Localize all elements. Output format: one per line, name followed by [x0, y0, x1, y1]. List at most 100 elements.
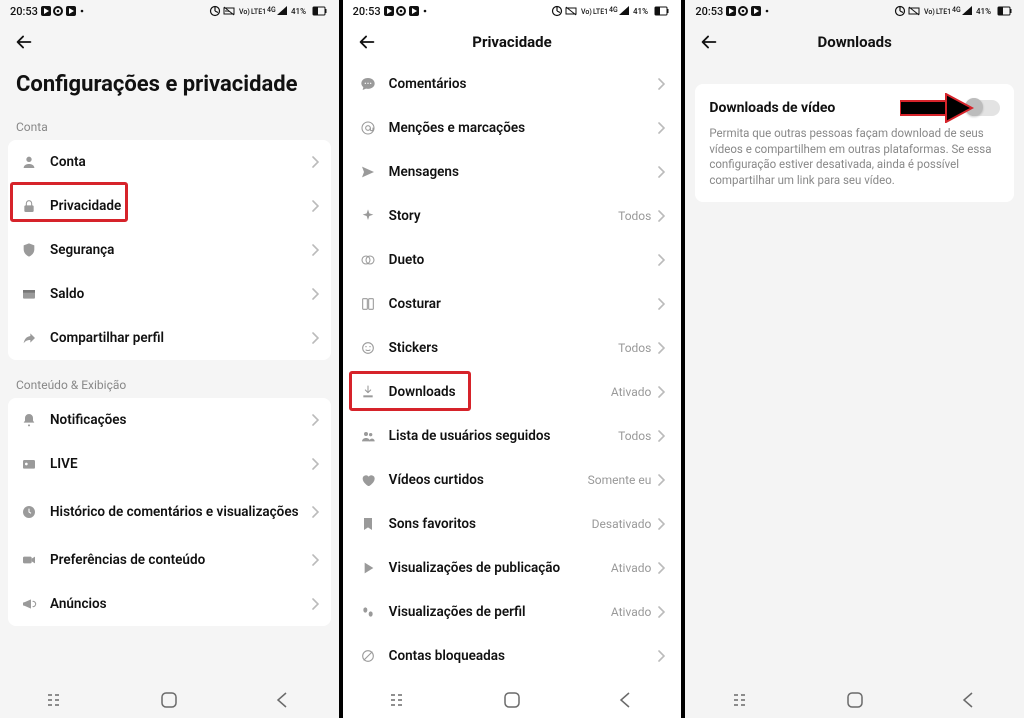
nav-home[interactable]: [835, 691, 875, 709]
row-costurar[interactable]: Costurar: [343, 282, 682, 326]
status-left-icons: [726, 5, 778, 17]
lock-icon: [20, 197, 38, 215]
status-right-icons: Vo) LTE1 4G 41%: [551, 5, 671, 17]
row-notificacoes[interactable]: Notificações: [8, 398, 331, 442]
row-seguranca[interactable]: Segurança: [8, 228, 331, 272]
status-left-icons: [41, 5, 93, 17]
nav-back[interactable]: [262, 691, 302, 709]
privacy-list: ComentáriosMenções e marcaçõesMensagensS…: [343, 62, 682, 682]
row-label: Histórico de comentários e visualizações: [50, 504, 311, 520]
row-lista-de-usuarios-seguidos[interactable]: Lista de usuários seguidosTodos: [343, 414, 682, 458]
section-label-conteudo: Conteúdo & Exibição: [0, 370, 339, 398]
row-value: Ativado: [611, 605, 651, 619]
status-time: 20:53: [353, 5, 381, 18]
chevron-right-icon: [657, 251, 665, 270]
back-button[interactable]: [697, 30, 721, 54]
row-historico-de-comentarios-e-visualizacoes[interactable]: Histórico de comentários e visualizações: [8, 486, 331, 538]
clock-icon: [20, 503, 38, 521]
chevron-right-icon: [657, 207, 665, 226]
row-label: Visualizações de perfil: [389, 604, 611, 620]
row-contas-bloqueadas[interactable]: Contas bloqueadas: [343, 634, 682, 678]
status-right-icons: Vo) LTE1 4G 41%: [209, 5, 329, 17]
android-navbar: [0, 682, 339, 718]
comment-icon: [359, 75, 377, 93]
row-label: Dueto: [389, 252, 658, 268]
share-icon: [20, 329, 38, 347]
nav-back[interactable]: [605, 691, 645, 709]
header: Privacidade: [343, 22, 682, 62]
chevron-right-icon: [657, 603, 665, 622]
svg-text:41%: 41%: [291, 7, 306, 16]
row-downloads[interactable]: DownloadsAtivado: [343, 370, 682, 414]
person-icon: [20, 153, 38, 171]
row-comentarios[interactable]: Comentários: [343, 62, 682, 106]
nav-recent[interactable]: [36, 693, 76, 707]
row-visualizacoes-de-publicacao[interactable]: Visualizações de publicaçãoAtivado: [343, 546, 682, 590]
downloads-toggle-card: Downloads de vídeo Permita que outras pe…: [695, 84, 1014, 202]
svg-text:Vo): Vo): [581, 8, 592, 16]
row-story[interactable]: StoryTodos: [343, 194, 682, 238]
chevron-right-icon: [657, 471, 665, 490]
row-conta[interactable]: Conta: [8, 140, 331, 184]
nav-home[interactable]: [492, 691, 532, 709]
row-privacidade[interactable]: Privacidade: [8, 184, 331, 228]
row-label: Saldo: [50, 286, 311, 302]
nav-recent[interactable]: [379, 693, 419, 707]
chevron-right-icon: [657, 427, 665, 446]
nav-recent[interactable]: [722, 693, 762, 707]
nav-home[interactable]: [149, 691, 189, 709]
screen-settings: 20:53 Vo) LTE1 4G 41%: [0, 0, 339, 718]
row-saldo[interactable]: Saldo: [8, 272, 331, 316]
row-label: Preferências de conteúdo: [50, 552, 311, 568]
row-label: Vídeos curtidos: [389, 472, 588, 488]
chevron-right-icon: [657, 515, 665, 534]
svg-text:Vo): Vo): [239, 8, 250, 16]
row-visualizacoes-de-perfil[interactable]: Visualizações de perfilAtivado: [343, 590, 682, 634]
svg-text:4G: 4G: [609, 6, 618, 14]
status-time: 20:53: [695, 5, 723, 18]
row-label: Contas bloqueadas: [389, 648, 658, 664]
row-dueto[interactable]: Dueto: [343, 238, 682, 282]
row-compartilhar-perfil[interactable]: Compartilhar perfil: [8, 316, 331, 360]
row-value: Desativado: [592, 517, 652, 531]
row-mensagens[interactable]: Mensagens: [343, 150, 682, 194]
block-icon: [359, 647, 377, 665]
svg-text:41%: 41%: [976, 7, 991, 16]
page-title: Configurações e privacidade: [0, 62, 339, 112]
chevron-right-icon: [311, 285, 319, 304]
row-label: Anúncios: [50, 596, 311, 612]
row-value: Todos: [618, 209, 651, 223]
back-button[interactable]: [12, 30, 36, 54]
nav-back[interactable]: [948, 691, 988, 709]
row-stickers[interactable]: StickersTodos: [343, 326, 682, 370]
video-downloads-toggle[interactable]: [966, 100, 1000, 116]
group-icon: [359, 427, 377, 445]
live-icon: [20, 455, 38, 473]
status-right-icons: Vo) LTE1 4G 41%: [894, 5, 1014, 17]
svg-text:4G: 4G: [267, 6, 276, 14]
screen-privacy: 20:53 Vo) LTE1 4G 41%: [343, 0, 682, 718]
row-label: Downloads: [389, 384, 611, 400]
row-label: Story: [389, 208, 618, 224]
chevron-right-icon: [657, 383, 665, 402]
toggle-description: Permita que outras pessoas façam downloa…: [709, 126, 1000, 188]
row-mencoes-e-marcacoes[interactable]: Menções e marcações: [343, 106, 682, 150]
row-videos-curtidos[interactable]: Vídeos curtidosSomente eu: [343, 458, 682, 502]
row-label: Lista de usuários seguidos: [389, 428, 618, 444]
row-anuncios[interactable]: Anúncios: [8, 582, 331, 626]
at-icon: [359, 119, 377, 137]
row-value: Todos: [618, 341, 651, 355]
chevron-right-icon: [311, 455, 319, 474]
chevron-right-icon: [657, 163, 665, 182]
arrow-left-icon: [13, 31, 35, 53]
section-label-conta: Conta: [0, 112, 339, 140]
duet-icon: [359, 251, 377, 269]
bookmark-icon: [359, 515, 377, 533]
row-live[interactable]: LIVE: [8, 442, 331, 486]
row-label: Sons favoritos: [389, 516, 592, 532]
row-sons-favoritos[interactable]: Sons favoritosDesativado: [343, 502, 682, 546]
row-label: Compartilhar perfil: [50, 330, 311, 346]
row-preferencias-de-conteudo[interactable]: Preferências de conteúdo: [8, 538, 331, 582]
row-label: Privacidade: [50, 198, 311, 214]
back-button[interactable]: [355, 30, 379, 54]
